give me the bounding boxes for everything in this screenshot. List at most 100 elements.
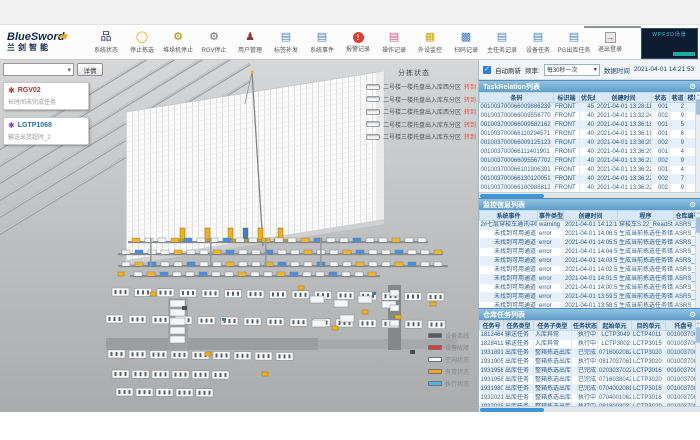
table-row[interactable]: 1932021出库任务整箱拣选出库执行中0704001062LCTP301600… <box>480 394 700 403</box>
column-header[interactable]: 事件类型 <box>538 211 564 221</box>
monitor-info-table: 系统事件事件类型创建时间程序仓库编号2#七层穿梭车通讯中断未连接warning2… <box>479 210 700 308</box>
detail-button[interactable]: 详情 <box>77 63 103 76</box>
table-row[interactable]: 001003700066095567702FRONT402021-04-01 1… <box>480 157 700 166</box>
table-row[interactable]: 未找到可用通道error2021-04-01 14:06:57生成当前拣选任务错… <box>480 230 700 239</box>
toolbar-item-scan-record[interactable]: ▩扫码记录 <box>448 31 484 54</box>
table-row[interactable]: 未找到可用通道error2021-04-01 14:00:52生成当前拣选任务错… <box>480 284 700 293</box>
toolbar-item-main-task-record[interactable]: ▤主任务记录 <box>484 31 520 54</box>
frequency-select[interactable]: 每30秒一次 ▾ <box>544 64 600 76</box>
scrollbar-thumb[interactable] <box>696 327 700 343</box>
goto-link[interactable]: 转到 <box>464 107 476 116</box>
column-header[interactable]: 状态 <box>652 93 670 103</box>
table-row[interactable]: 未找到可用通道error2021-04-01 14:03:56生成当前拣选任务错… <box>480 257 700 266</box>
table-row[interactable]: 001003700066130120051FRONT402021-04-01 1… <box>480 175 700 184</box>
table-row[interactable]: 2#七层穿梭车通讯中断未连接warning2021-04-01 14:12:12… <box>480 221 700 230</box>
sort-status-checkbox[interactable] <box>366 109 380 115</box>
scene-preview-window[interactable]: WPF3D场景 <box>641 28 698 59</box>
device-alert-card[interactable]: ✱RGV02长时间未完成任务 <box>3 82 89 110</box>
goto-link[interactable]: 转到 <box>464 95 476 104</box>
toolbar-item-rgv-stop[interactable]: ⚙RGV停止 <box>196 31 232 54</box>
table-row[interactable]: 001003700066009556770FRONT402021-04-01 1… <box>480 112 700 121</box>
goto-link[interactable]: 转到 <box>464 132 476 141</box>
table-row[interactable]: 001003700066101906391FRONT402021-04-01 1… <box>480 166 700 175</box>
toolbar-item-system-events[interactable]: ▤系统事件 <box>304 31 340 54</box>
toolbar-item-pg-outbound-task[interactable]: ▤PG出库任务 <box>556 31 592 54</box>
scrollbar-thumb[interactable] <box>696 217 700 233</box>
column-header[interactable]: 创建时间 <box>596 93 652 103</box>
table-row[interactable]: 001003700066111401901FRONT402021-04-01 1… <box>480 148 700 157</box>
table-cell: FRONT <box>554 121 580 130</box>
table-row[interactable]: 001003700066009582162FRONT402021-04-01 1… <box>480 121 700 130</box>
sort-status-checkbox[interactable] <box>366 84 380 90</box>
table-row[interactable]: 1828411输送任务入库异常执行中LCTP3002LCTP3015001003… <box>480 340 700 349</box>
column-header[interactable]: 系统事件 <box>480 211 538 221</box>
monitor-info-panel: 监控信息列表 ⊙ 系统事件事件类型创建时间程序仓库编号2#七层穿梭车通讯中断未连… <box>479 198 700 308</box>
table-row[interactable]: 未找到可用通道error2021-04-01 14:05:56生成当前拣选任务错… <box>480 239 700 248</box>
column-header[interactable]: 条码 <box>480 93 554 103</box>
panel-settings-icon[interactable]: ⊙ <box>689 310 696 319</box>
vertical-scrollbar[interactable]: ▴ <box>695 92 700 192</box>
column-header[interactable]: 任务号 <box>480 321 504 331</box>
toolbar-item-user-management[interactable]: ♟用户管理 <box>232 31 268 54</box>
sort-status-label: 二号楼一楼托盘出入库西分区 <box>383 82 461 91</box>
toolbar-item-label-reissue[interactable]: ▤标签补发 <box>268 31 304 54</box>
toolbar-item-logout[interactable]: →退出登录 <box>592 31 628 54</box>
device-filter-select[interactable]: ▾ <box>3 63 74 76</box>
table-row[interactable]: 1931891出库任务整箱拣选出库已完成0716002082LCTP302000… <box>480 349 700 358</box>
table-row[interactable]: 001003700066009125123FRONT402021-04-01 1… <box>480 139 700 148</box>
column-header[interactable]: 巷道 <box>670 93 686 103</box>
column-header[interactable]: 任务状态 <box>572 321 598 331</box>
table-row[interactable]: 1931956出库任务整箱拣选出库已完成0203037022LCTP301600… <box>480 367 700 376</box>
table-row[interactable]: 001003700066009886239FRONT452021-04-01 1… <box>480 103 700 112</box>
table-row[interactable]: 未找到可用通道error2021-04-01 14:02:55生成当前拣选任务错… <box>480 266 700 275</box>
sort-status-checkbox[interactable] <box>366 96 380 102</box>
column-header[interactable]: 标识端 <box>554 93 580 103</box>
column-header[interactable]: 程序 <box>618 211 674 221</box>
column-header[interactable]: 起始单元 <box>598 321 632 331</box>
column-header[interactable]: 任务子类型 <box>534 321 572 331</box>
table-row[interactable]: 未找到可用通道error2021-04-01 13:58:50生成当前拣选任务错… <box>480 302 700 309</box>
panel-settings-icon[interactable]: ⊙ <box>689 82 696 91</box>
column-header[interactable]: 优先级 <box>580 93 596 103</box>
warehouse-3d-viewport[interactable]: ▾ 详情 ✱RGV02长时间未完成任务✱LGTP1068输送出货超时_2 分拣状… <box>0 60 478 412</box>
panel-settings-icon[interactable]: ⊙ <box>689 200 696 209</box>
goto-link[interactable]: 转到 <box>464 120 476 129</box>
table-cell: 0716038042 <box>598 376 632 385</box>
auto-refresh-checkbox[interactable]: ✓ <box>483 66 491 74</box>
toolbar-item-device-task[interactable]: ▤设备任务 <box>520 31 556 54</box>
scene-preview-bar <box>673 52 695 56</box>
toolbar-item-stacker-stop[interactable]: ⚙堆垛机停止 <box>160 31 196 54</box>
toolbar-item-operation-record[interactable]: ▤操作记录 <box>376 31 412 54</box>
vertical-scrollbar[interactable]: ▴ <box>695 210 700 308</box>
table-cell: LCTP3016 <box>632 367 666 376</box>
table-row[interactable]: 未找到可用通道error2021-04-01 14:01:54生成当前拣选任务错… <box>480 275 700 284</box>
toolbar-items: 品系统状态◯停止拣选⚙堆垛机停止⚙RGV停止♟用户管理▤标签补发▤系统事件!报警… <box>86 31 700 54</box>
toolbar-item-stop-picking[interactable]: ◯停止拣选 <box>124 31 160 54</box>
column-header[interactable]: 任务类型 <box>504 321 534 331</box>
toolbar-item-peripheral-monitor[interactable]: ▦外设监控 <box>412 31 448 54</box>
table-row[interactable]: 1931905出库任务整箱拣选出库执行中0817037061LCTP302000… <box>480 358 700 367</box>
table-row[interactable]: 1812464输送任务入库异常执行中LCTP3049LCTP4011001003… <box>480 331 700 340</box>
toolbar-item-alarm-record[interactable]: !报警记录 <box>340 31 376 54</box>
column-header[interactable]: 创建时间 <box>564 211 618 221</box>
table-row[interactable]: 未找到可用通道error2021-04-01 14:04:56生成当前拣选任务错… <box>480 248 700 257</box>
scrollbar-thumb[interactable] <box>696 99 700 115</box>
task-relation-table-wrap: 条码标识端优先级创建时间状态巷道楼层001003700066009886239F… <box>479 92 700 192</box>
scrollbar-thumb[interactable] <box>480 194 544 198</box>
sort-status-checkbox[interactable] <box>366 121 380 127</box>
vertical-scrollbar[interactable]: ▴ <box>695 320 700 406</box>
table-row[interactable]: 1931958出库任务整箱拣选出库已完成0716038042LCTP302000… <box>480 376 700 385</box>
table-row[interactable]: 未找到可用通道error2021-04-01 13:59:51生成当前拣选任务错… <box>480 293 700 302</box>
rgv-stop-icon: ⚙ <box>209 31 219 44</box>
table-row[interactable]: 001003700066100988812FRONT402021-04-01 1… <box>480 184 700 193</box>
column-header[interactable]: 目的单元 <box>632 321 666 331</box>
table-row[interactable]: 001003700066110294571FRONT402021-04-01 1… <box>480 130 700 139</box>
toolbar-item-system-status[interactable]: 品系统状态 <box>88 31 124 54</box>
horizontal-scrollbar[interactable] <box>479 192 700 198</box>
table-cell: 2021-04-01 14:00:52 <box>564 284 618 293</box>
goto-link[interactable]: 转到 <box>464 82 476 91</box>
table-row[interactable]: 1931980出库任务整箱拣选出库已完成0704002081LCTP301600… <box>480 385 700 394</box>
sort-status-checkbox[interactable] <box>366 134 380 140</box>
table-cell: 出库任务 <box>504 358 534 367</box>
device-alert-card[interactable]: ✱LGTP1068输送出货超时_2 <box>3 117 89 145</box>
